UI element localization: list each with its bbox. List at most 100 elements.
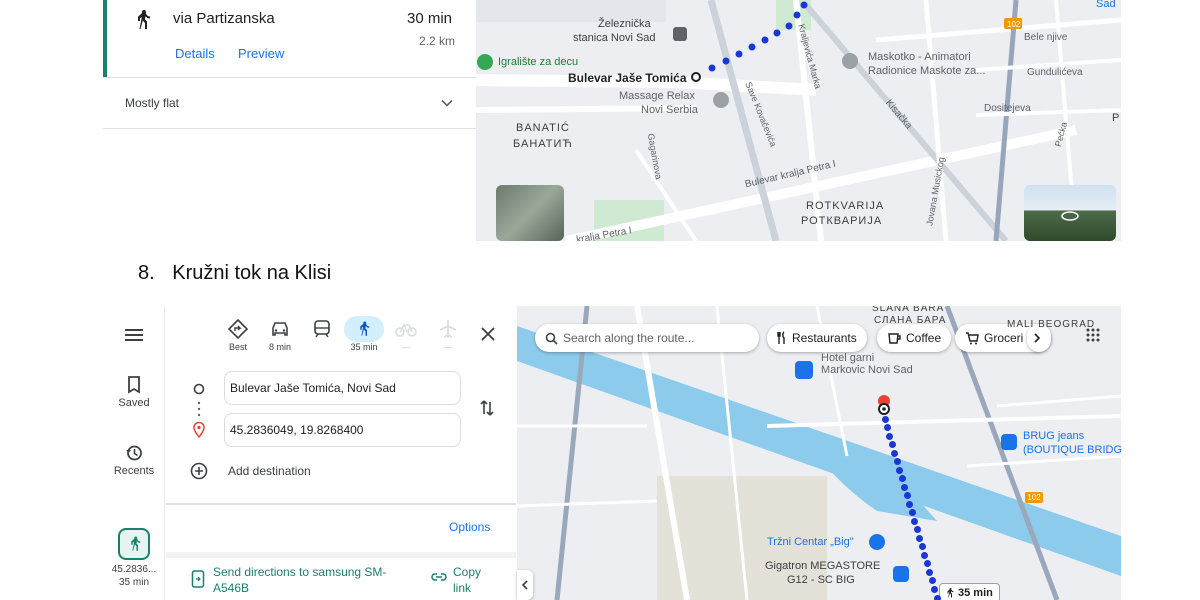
cart-icon	[966, 331, 979, 344]
route-dot	[903, 492, 911, 500]
route-dot	[906, 500, 914, 508]
menu-icon[interactable]	[125, 328, 143, 342]
mode-car-label: 8 min	[268, 342, 291, 352]
route-dot	[911, 517, 919, 525]
route-dot	[888, 441, 896, 449]
origin-circle-icon	[193, 383, 205, 395]
walk-icon	[131, 536, 141, 551]
close-icon[interactable]	[481, 327, 495, 341]
rail-current-route[interactable]	[118, 528, 150, 560]
district-rotkvarija-cyr: РОТКВАРИЈА	[801, 215, 883, 227]
terrain-label: Mostly flat	[125, 96, 180, 110]
hotel-marker-icon[interactable]	[795, 361, 813, 379]
station-label-1: Železnička	[598, 18, 651, 30]
shop-marker-icon[interactable]	[1001, 434, 1017, 450]
district-mali-beograd: MALI BEOGRAD	[1007, 319, 1096, 330]
plane-icon	[439, 320, 457, 338]
chevron-left-icon	[521, 580, 528, 590]
heading-text: Kružni tok na Klisi	[172, 262, 332, 284]
route-time-badge[interactable]: 35 min	[939, 583, 1000, 600]
add-destination-icon[interactable]	[190, 462, 208, 480]
copy-link[interactable]: Copy link	[453, 564, 493, 596]
mall-marker-icon[interactable]	[869, 534, 885, 550]
divider	[103, 128, 476, 129]
diamond-directions-icon	[228, 319, 248, 339]
mode-flight[interactable]: —	[428, 316, 468, 352]
link-icon	[431, 573, 447, 581]
car-icon	[272, 322, 288, 336]
massage-label-1: Massage Relax	[619, 90, 695, 102]
route-dot	[931, 585, 939, 593]
fork-knife-icon	[777, 331, 785, 344]
rail-saved[interactable]: Saved	[103, 376, 165, 409]
mode-transit[interactable]	[302, 316, 342, 342]
rail-recents[interactable]: Recents	[103, 444, 165, 477]
coffee-cup-icon	[888, 332, 901, 344]
options-link[interactable]: Options	[449, 520, 490, 534]
route-map[interactable]: Search along the route... Restaurants Co…	[517, 306, 1121, 600]
divider	[166, 503, 516, 505]
playground-label: Igralište za decu	[498, 56, 579, 68]
left-rail: Saved Recents 45.2836... 35 min	[103, 306, 165, 600]
mode-bike[interactable]: —	[386, 316, 426, 352]
street-view-thumbnail[interactable]	[1024, 185, 1116, 241]
walk-icon	[360, 321, 370, 336]
route-duration: 30 min	[407, 10, 453, 27]
route-via: via Partizanska	[173, 10, 275, 27]
mode-walk[interactable]: 35 min	[344, 316, 384, 352]
route-dot	[921, 551, 929, 559]
collapse-panel-button[interactable]	[517, 570, 533, 600]
chip-restaurants[interactable]: Restaurants	[767, 324, 867, 352]
route-dot	[913, 526, 921, 534]
chip-restaurants-label: Restaurants	[792, 331, 857, 345]
mode-car[interactable]: 8 min	[260, 316, 300, 352]
add-destination-label[interactable]: Add destination	[228, 464, 311, 478]
route-dot	[886, 432, 894, 440]
rotate-360-icon	[1061, 211, 1079, 221]
rail-current-coords: 45.2836...	[111, 564, 157, 575]
chevron-right-icon	[1034, 333, 1041, 343]
chip-coffee[interactable]: Coffee	[877, 324, 952, 352]
top-map[interactable]: Železnička stanica Novi Sad Igralište za…	[476, 0, 1121, 241]
search-input[interactable]: Search along the route...	[563, 331, 694, 345]
store-marker-icon[interactable]	[893, 566, 909, 582]
brug-label-1: BRUG jeans	[1023, 430, 1085, 442]
route-option-card[interactable]: via Partizanska 30 min 2.2 km Details Pr…	[103, 0, 476, 77]
destination-pin-icon	[193, 422, 205, 438]
route-panel: via Partizanska 30 min 2.2 km Details Pr…	[103, 0, 476, 130]
route-dot	[918, 543, 926, 551]
swap-icon[interactable]	[478, 399, 496, 417]
preview-link[interactable]: Preview	[238, 46, 284, 61]
origin-label: Bulevar Jaše Tomića	[568, 71, 687, 85]
route-dot	[926, 568, 934, 576]
directions-window: Saved Recents 45.2836... 35 min Best 8 m…	[103, 306, 1121, 600]
chip-groceries-label: Groceri	[984, 331, 1024, 345]
rail-recents-label: Recents	[113, 465, 155, 477]
maskotko-label-1: Maskotko - Animatori	[868, 51, 971, 63]
rail-saved-label: Saved	[118, 397, 150, 409]
chevron-down-icon[interactable]	[440, 96, 454, 110]
street-dositejeva: Dositejeva	[984, 103, 1031, 114]
satellite-layer-thumbnail[interactable]	[496, 185, 564, 241]
road-shield-102: 102	[1025, 492, 1043, 503]
destination-input[interactable]: 45.2836049, 19.8268400	[224, 413, 461, 447]
route-dots-icon	[197, 401, 201, 417]
walk-icon	[138, 10, 150, 29]
origin-input[interactable]: Bulevar Jaše Tomića, Novi Sad	[224, 371, 461, 405]
search-along-route[interactable]: Search along the route...	[535, 324, 759, 352]
district-rotkvarija: ROTKVARIJA	[806, 200, 885, 212]
district-banatic: BANATIĆ	[516, 122, 570, 134]
brug-label-2: (BOUTIQUE BRIDG	[1023, 444, 1121, 456]
divider	[103, 77, 476, 78]
trzni-label: Tržni Centar „Big"	[767, 536, 854, 548]
maskotko-label-2: Radionice Maskote za...	[868, 65, 986, 77]
district-banatic-cyr: БАНАТИЋ	[513, 138, 573, 150]
route-dot	[928, 577, 936, 585]
station-label-2: stanica Novi Sad	[573, 32, 656, 44]
divider	[166, 552, 516, 558]
street-bele-njive: Bele njive	[1024, 32, 1068, 43]
send-directions-link[interactable]: Send directions to samsung SM-A546B	[213, 564, 413, 596]
mode-best[interactable]: Best	[218, 316, 258, 352]
details-link[interactable]: Details	[175, 46, 215, 61]
route-dot	[896, 466, 904, 474]
